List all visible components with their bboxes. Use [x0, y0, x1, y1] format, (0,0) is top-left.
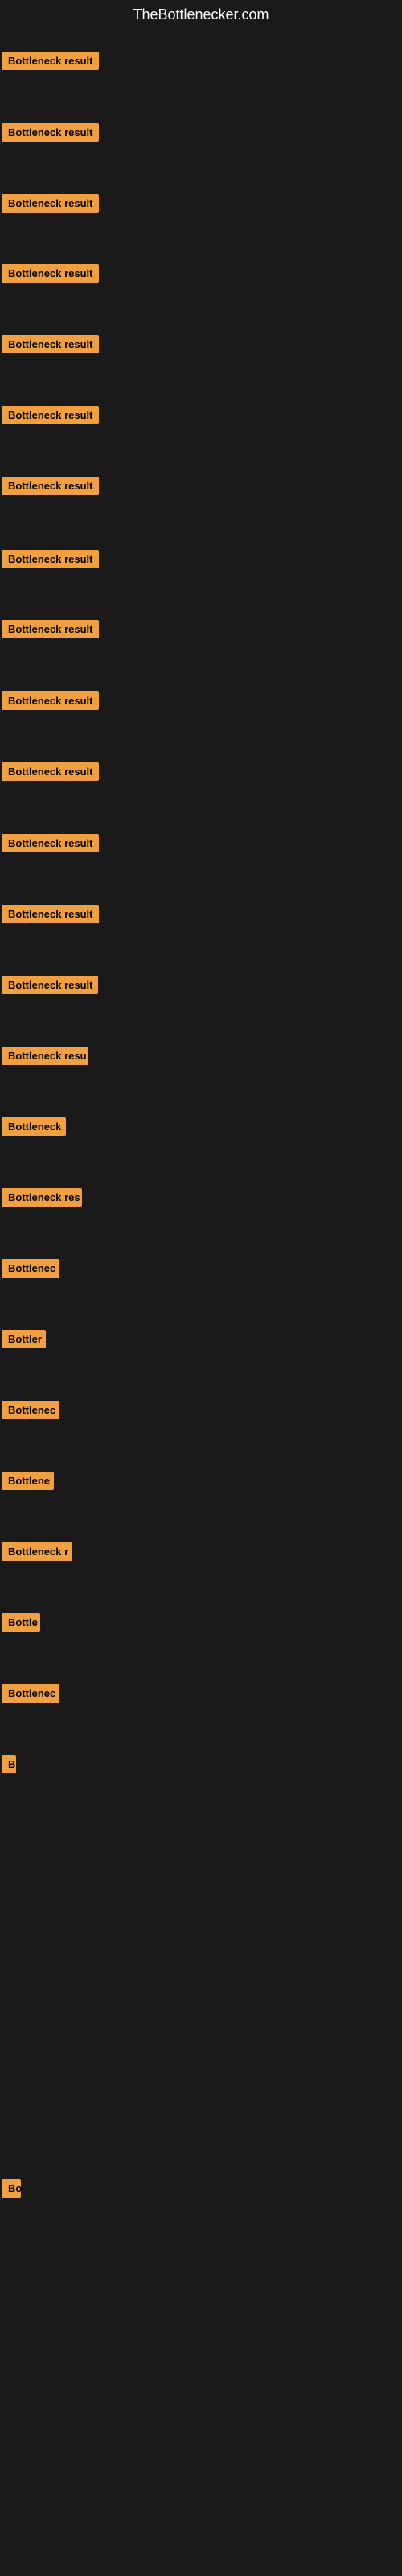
bottleneck-item[interactable]: Bottleneck result — [2, 905, 99, 927]
bottleneck-item[interactable]: Bottleneck r — [2, 1542, 72, 1565]
bottleneck-item[interactable]: Bottleneck resu — [2, 1046, 88, 1069]
bottleneck-item[interactable]: Bottleneck result — [2, 123, 99, 146]
items-container: Bottleneck result Bottleneck result Bottle… — [0, 30, 402, 2574]
bottleneck-item[interactable]: Bottleneck result — [2, 477, 99, 499]
bottleneck-item[interactable]: Bottlenec — [2, 1401, 59, 1423]
bottleneck-item[interactable]: Bottleneck res — [2, 1188, 82, 1211]
bottleneck-badge[interactable]: Bottleneck result — [2, 335, 99, 353]
bottleneck-badge[interactable]: Bottleneck — [2, 1117, 66, 1136]
bottleneck-badge[interactable]: B — [2, 1755, 16, 1773]
bottleneck-badge[interactable]: Bottleneck result — [2, 976, 98, 994]
bottleneck-item[interactable]: B — [2, 1755, 16, 1777]
bottleneck-badge[interactable]: Bottlenec — [2, 1684, 59, 1703]
bottleneck-badge[interactable]: Bottlene — [2, 1472, 54, 1490]
bottleneck-badge[interactable]: Bottleneck r — [2, 1542, 72, 1561]
bottleneck-badge[interactable]: Bottleneck result — [2, 834, 99, 852]
bottleneck-badge[interactable]: Bottleneck result — [2, 550, 99, 568]
bottleneck-badge[interactable]: Bottlenec — [2, 1401, 59, 1419]
site-title: TheBottlenecker.com — [0, 0, 402, 30]
bottleneck-badge[interactable]: Bottleneck result — [2, 691, 99, 710]
bottleneck-badge[interactable]: Bottleneck res — [2, 1188, 82, 1207]
bottleneck-item[interactable]: Bottleneck result — [2, 976, 98, 998]
bottleneck-badge[interactable]: Bottleneck result — [2, 620, 99, 638]
bottleneck-item[interactable]: Bottlenec — [2, 1684, 59, 1707]
bottleneck-badge[interactable]: Bottleneck result — [2, 264, 99, 283]
bottleneck-badge[interactable]: Bottleneck result — [2, 477, 99, 495]
bottleneck-item[interactable]: Bottleneck result — [2, 691, 99, 714]
bottleneck-badge[interactable]: Bottleneck result — [2, 905, 99, 923]
bottleneck-item[interactable]: Bo — [2, 2179, 21, 2202]
bottleneck-item[interactable]: Bottleneck result — [2, 335, 99, 357]
bottleneck-item[interactable]: Bottleneck — [2, 1117, 66, 1140]
bottleneck-badge[interactable]: Bottle — [2, 1613, 40, 1632]
bottleneck-badge[interactable]: Bottleneck resu — [2, 1046, 88, 1065]
bottleneck-badge[interactable]: Bo — [2, 2179, 21, 2198]
bottleneck-item[interactable]: Bottleneck result — [2, 52, 99, 74]
bottleneck-item[interactable]: Bottlene — [2, 1472, 54, 1494]
bottleneck-item[interactable]: Bottleneck result — [2, 264, 99, 287]
bottleneck-item[interactable]: Bottler — [2, 1330, 46, 1352]
bottleneck-badge[interactable]: Bottleneck result — [2, 52, 99, 70]
bottleneck-badge[interactable]: Bottlenec — [2, 1259, 59, 1278]
bottleneck-item[interactable]: Bottleneck result — [2, 406, 99, 428]
bottleneck-badge[interactable]: Bottleneck result — [2, 123, 99, 142]
bottleneck-badge[interactable]: Bottler — [2, 1330, 46, 1348]
site-header: TheBottlenecker.com — [0, 0, 402, 30]
bottleneck-item[interactable]: Bottleneck result — [2, 550, 99, 572]
bottleneck-item[interactable]: Bottleneck result — [2, 620, 99, 642]
bottleneck-item[interactable]: Bottleneck result — [2, 194, 99, 217]
bottleneck-item[interactable]: Bottlenec — [2, 1259, 59, 1282]
bottleneck-badge[interactable]: Bottleneck result — [2, 194, 99, 213]
bottleneck-item[interactable]: Bottleneck result — [2, 834, 99, 857]
bottleneck-item[interactable]: Bottle — [2, 1613, 40, 1636]
bottleneck-item[interactable]: Bottleneck result — [2, 762, 99, 785]
bottleneck-badge[interactable]: Bottleneck result — [2, 762, 99, 781]
bottleneck-badge[interactable]: Bottleneck result — [2, 406, 99, 424]
